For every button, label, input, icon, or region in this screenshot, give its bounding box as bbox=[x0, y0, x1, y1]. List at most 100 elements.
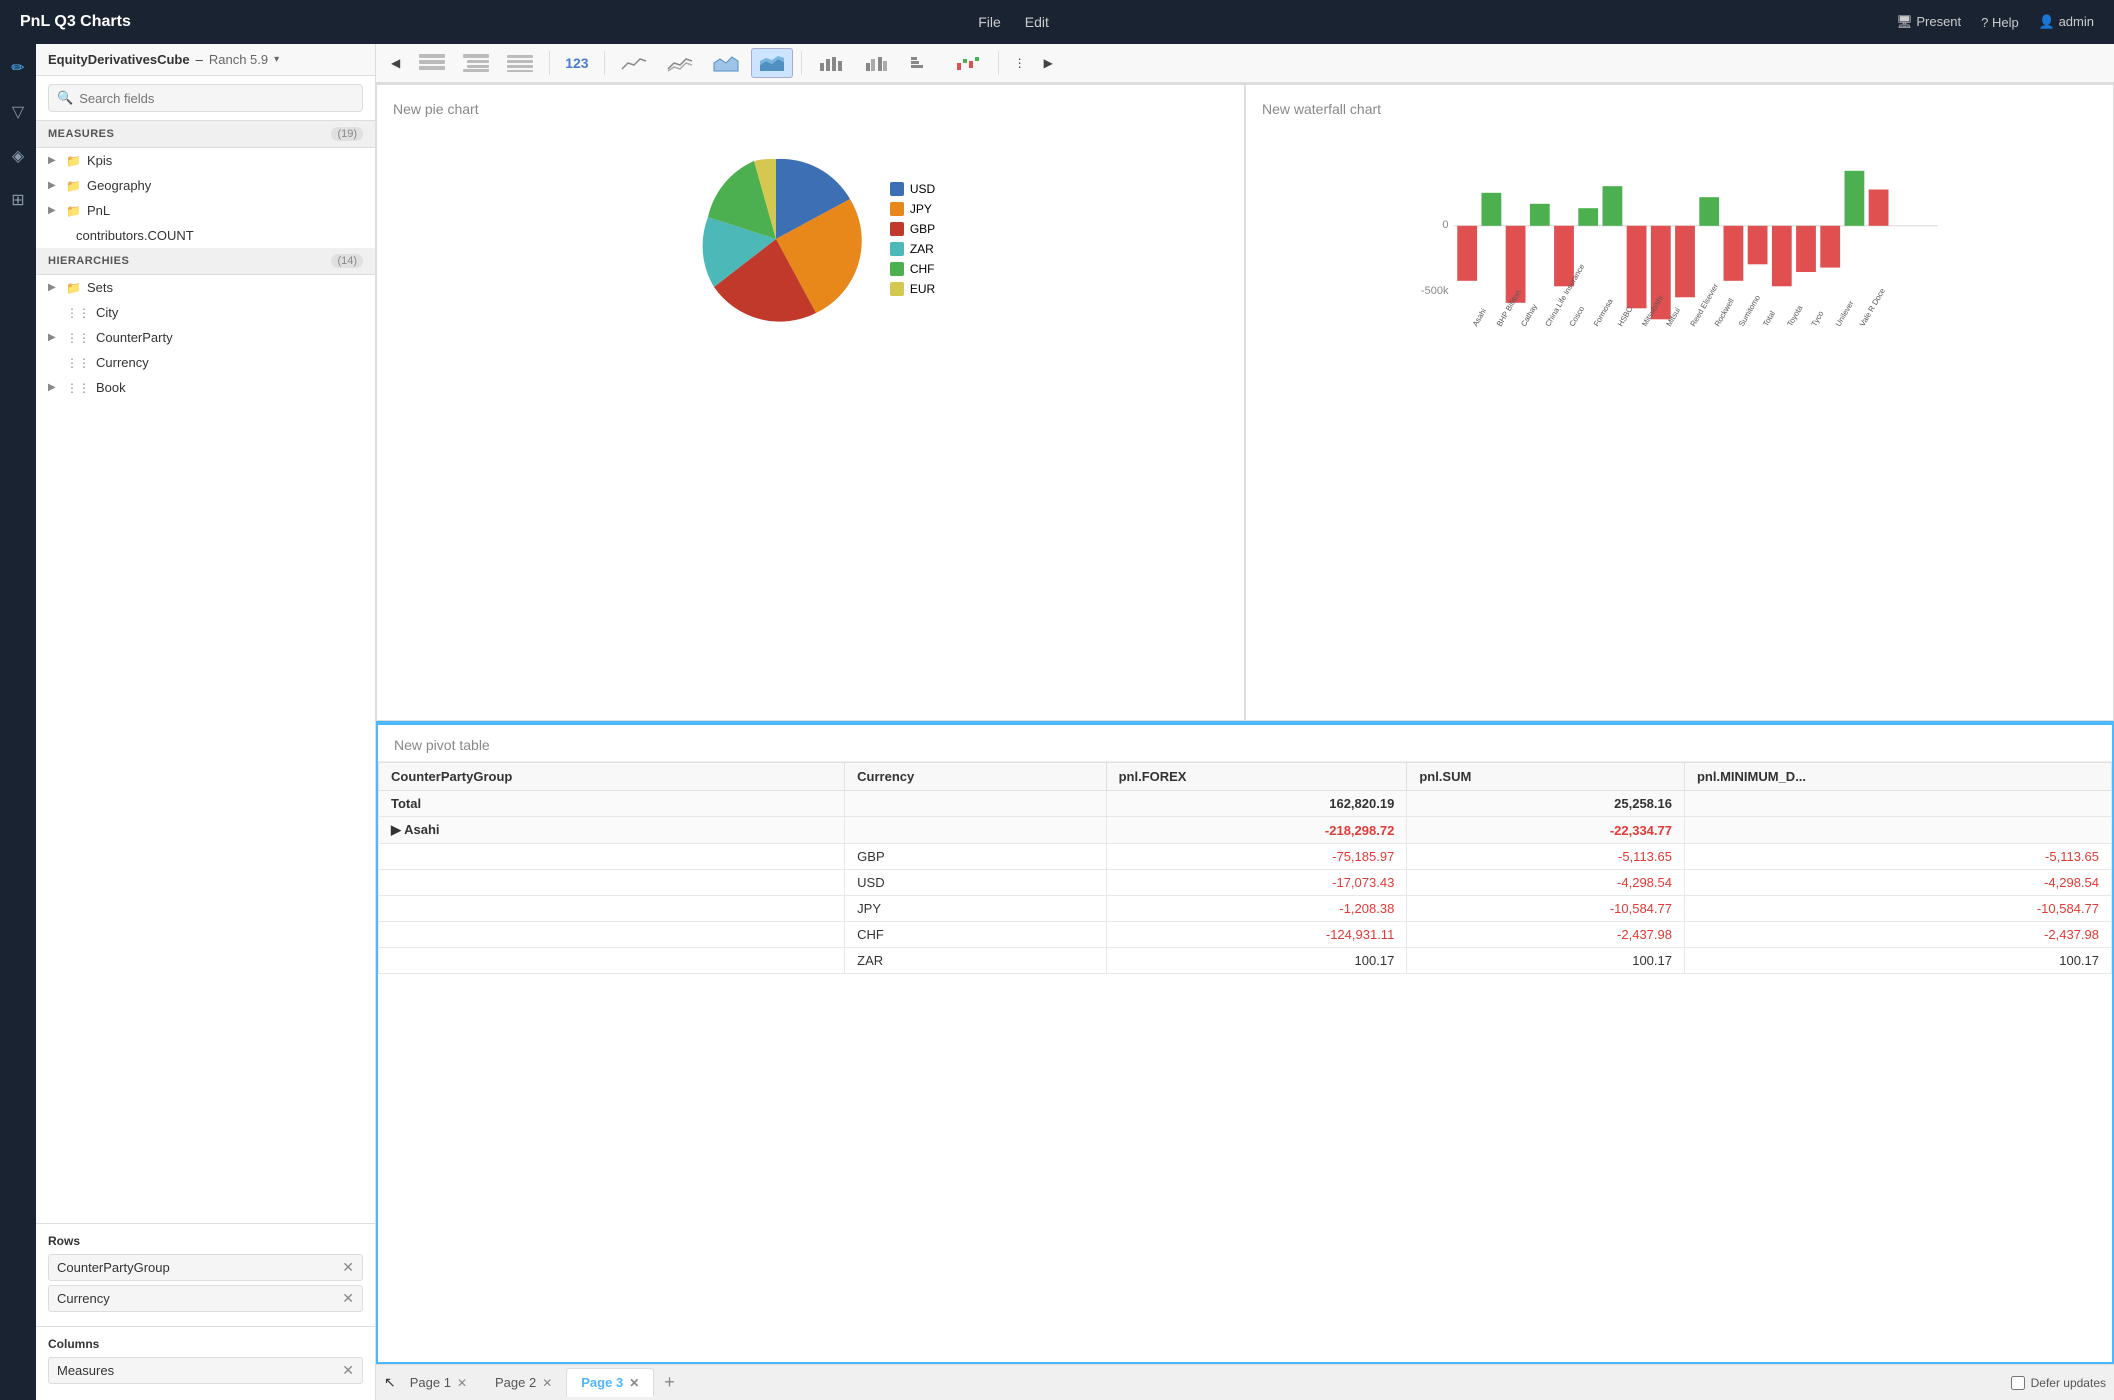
sidebar-item-geography[interactable]: ▶ 📁 Geography bbox=[36, 173, 375, 198]
toolbar-sep-2 bbox=[604, 51, 605, 75]
item-label: City bbox=[96, 305, 118, 320]
topbar-nav: File Edit bbox=[978, 14, 1049, 30]
cube-selector[interactable]: EquityDerivativesCube – Ranch 5.9 ▾ bbox=[48, 52, 363, 67]
cell-group[interactable]: ▶ Asahi bbox=[379, 817, 845, 844]
nav-back-button[interactable]: ◀ bbox=[384, 51, 407, 75]
tab-label: Page 1 bbox=[410, 1375, 451, 1390]
folder-icon: 📁 bbox=[66, 179, 81, 193]
hierarchy-icon: ⋮⋮ bbox=[66, 306, 90, 320]
icon-chart[interactable]: ⊞ bbox=[4, 186, 32, 214]
table-nested-button[interactable] bbox=[455, 48, 497, 78]
cell-currency bbox=[845, 791, 1106, 817]
topbar-actions: 🖥 Present ? Help 👤 admin bbox=[1896, 14, 2094, 30]
cell-currency bbox=[845, 817, 1106, 844]
hierarchies-label: HIERARCHIES bbox=[48, 255, 129, 267]
table-row: ZAR 100.17 100.17 100.17 bbox=[379, 948, 2112, 974]
chart-bar2-button[interactable] bbox=[856, 48, 898, 78]
col-header-counterpartygroup: CounterPartyGroup bbox=[379, 763, 845, 791]
edit-menu[interactable]: Edit bbox=[1025, 14, 1049, 30]
sidebar-item-pnl[interactable]: ▶ 📁 PnL bbox=[36, 198, 375, 223]
svg-text:Tyco: Tyco bbox=[1809, 309, 1825, 328]
col-header-pnl-sum: pnl.SUM bbox=[1407, 763, 1685, 791]
remove-measures[interactable]: ✕ bbox=[342, 1362, 354, 1379]
cell-forex: -17,073.43 bbox=[1106, 870, 1407, 896]
legend-dot-zar bbox=[890, 242, 904, 256]
expand-icon: ▶ bbox=[48, 332, 60, 343]
table-compact-button[interactable] bbox=[499, 48, 541, 78]
sidebar-item-counterparty[interactable]: ▶ ⋮⋮ CounterParty bbox=[36, 325, 375, 350]
chart-bar1-button[interactable] bbox=[810, 48, 852, 78]
measures-section-header[interactable]: MEASURES (19) bbox=[36, 121, 375, 148]
legend-label-usd: USD bbox=[910, 182, 935, 196]
col-pill-measures[interactable]: Measures ✕ bbox=[48, 1357, 363, 1384]
present-button[interactable]: 🖥 Present bbox=[1896, 14, 1961, 30]
sidebar-item-book[interactable]: ▶ ⋮⋮ Book bbox=[36, 375, 375, 400]
add-tab-button[interactable]: + bbox=[654, 1368, 685, 1397]
measures-count: (19) bbox=[331, 127, 363, 141]
pie-chart-panel: New pie chart bbox=[376, 84, 1245, 721]
rows-label: Rows bbox=[48, 1234, 363, 1248]
content-area: ◀ 123 bbox=[376, 44, 2114, 1400]
legend-item-chf: CHF bbox=[890, 262, 935, 276]
tab-close-page1[interactable]: ✕ bbox=[457, 1376, 467, 1390]
waterfall-container: 0 -500k bbox=[1262, 129, 2097, 349]
cell-group bbox=[379, 870, 845, 896]
svg-text:-500k: -500k bbox=[1421, 285, 1449, 297]
waterfall-svg: 0 -500k bbox=[1262, 129, 2097, 349]
number-format-button[interactable]: 123 bbox=[558, 50, 595, 76]
svg-text:Cathay: Cathay bbox=[1519, 302, 1539, 328]
chart-line2-button[interactable] bbox=[659, 48, 701, 78]
pill-label: CounterPartyGroup bbox=[57, 1260, 170, 1275]
toolbar-sep-1 bbox=[549, 51, 550, 75]
svg-text:Rockwell: Rockwell bbox=[1713, 297, 1736, 328]
remove-counterpartygroup[interactable]: ✕ bbox=[342, 1259, 354, 1276]
sidebar-item-sets[interactable]: ▶ 📁 Sets bbox=[36, 275, 375, 300]
sidebar-item-kpis[interactable]: ▶ 📁 Kpis bbox=[36, 148, 375, 173]
icon-edit[interactable]: ✏ bbox=[4, 54, 32, 82]
chart-area-stacked-button[interactable] bbox=[751, 48, 793, 78]
icon-layers[interactable]: ◈ bbox=[4, 142, 32, 170]
more-options-button[interactable]: ⋮ bbox=[1007, 51, 1033, 75]
cell-currency: CHF bbox=[845, 922, 1106, 948]
pivot-table: CounterPartyGroup Currency pnl.FOREX pnl… bbox=[378, 762, 2112, 974]
svg-text:Asahi: Asahi bbox=[1471, 307, 1489, 328]
legend-item-eur: EUR bbox=[890, 282, 935, 296]
tab-page1[interactable]: Page 1 ✕ bbox=[396, 1369, 481, 1396]
icon-filter[interactable]: ▽ bbox=[4, 98, 32, 126]
pivot-table-title: New pivot table bbox=[378, 725, 2112, 762]
sidebar-item-city[interactable]: ⋮⋮ City bbox=[36, 300, 375, 325]
chart-area-button[interactable] bbox=[705, 48, 747, 78]
row-pill-currency[interactable]: Currency ✕ bbox=[48, 1285, 363, 1312]
tab-page3[interactable]: Page 3 ✕ bbox=[566, 1368, 654, 1397]
chart-waterfall-button[interactable] bbox=[948, 48, 990, 78]
remove-currency[interactable]: ✕ bbox=[342, 1290, 354, 1307]
legend-label-zar: ZAR bbox=[910, 242, 934, 256]
pivot-table-wrap: CounterPartyGroup Currency pnl.FOREX pnl… bbox=[378, 762, 2112, 1362]
folder-icon: 📁 bbox=[66, 281, 81, 295]
tab-label: Page 2 bbox=[495, 1375, 536, 1390]
table-row: JPY -1,208.38 -10,584.77 -10,584.77 bbox=[379, 896, 2112, 922]
table-flat-button[interactable] bbox=[411, 48, 453, 78]
tabs-bar: ↖ Page 1 ✕ Page 2 ✕ Page 3 ✕ + Defer upd… bbox=[376, 1364, 2114, 1400]
hierarchies-section-header[interactable]: HIERARCHIES (14) bbox=[36, 248, 375, 275]
cell-min: 100.17 bbox=[1684, 948, 2111, 974]
table-header-row: CounterPartyGroup Currency pnl.FOREX pnl… bbox=[379, 763, 2112, 791]
admin-button[interactable]: 👤 admin bbox=[2039, 14, 2094, 30]
chevron-down-icon: ▾ bbox=[274, 54, 279, 65]
svg-text:Sumitomo: Sumitomo bbox=[1737, 294, 1762, 328]
nav-forward-button[interactable]: ▶ bbox=[1037, 51, 1060, 75]
file-menu[interactable]: File bbox=[978, 14, 1001, 30]
sidebar-item-currency[interactable]: ⋮⋮ Currency bbox=[36, 350, 375, 375]
search-input[interactable] bbox=[79, 91, 354, 106]
defer-checkbox[interactable] bbox=[2011, 1376, 2025, 1390]
chart-line1-button[interactable] bbox=[613, 48, 655, 78]
tab-close-page3[interactable]: ✕ bbox=[629, 1376, 639, 1390]
sidebar-item-contributors-count[interactable]: contributors.COUNT bbox=[36, 223, 375, 248]
svg-text:Cosco: Cosco bbox=[1567, 305, 1586, 328]
tab-page2[interactable]: Page 2 ✕ bbox=[481, 1369, 566, 1396]
tab-close-page2[interactable]: ✕ bbox=[542, 1376, 552, 1390]
help-button[interactable]: ? Help bbox=[1981, 15, 2019, 30]
chart-bar3-button[interactable] bbox=[902, 48, 944, 78]
row-pill-counterpartygroup[interactable]: CounterPartyGroup ✕ bbox=[48, 1254, 363, 1281]
waterfall-chart-panel: New waterfall chart 0 -500k bbox=[1245, 84, 2114, 721]
